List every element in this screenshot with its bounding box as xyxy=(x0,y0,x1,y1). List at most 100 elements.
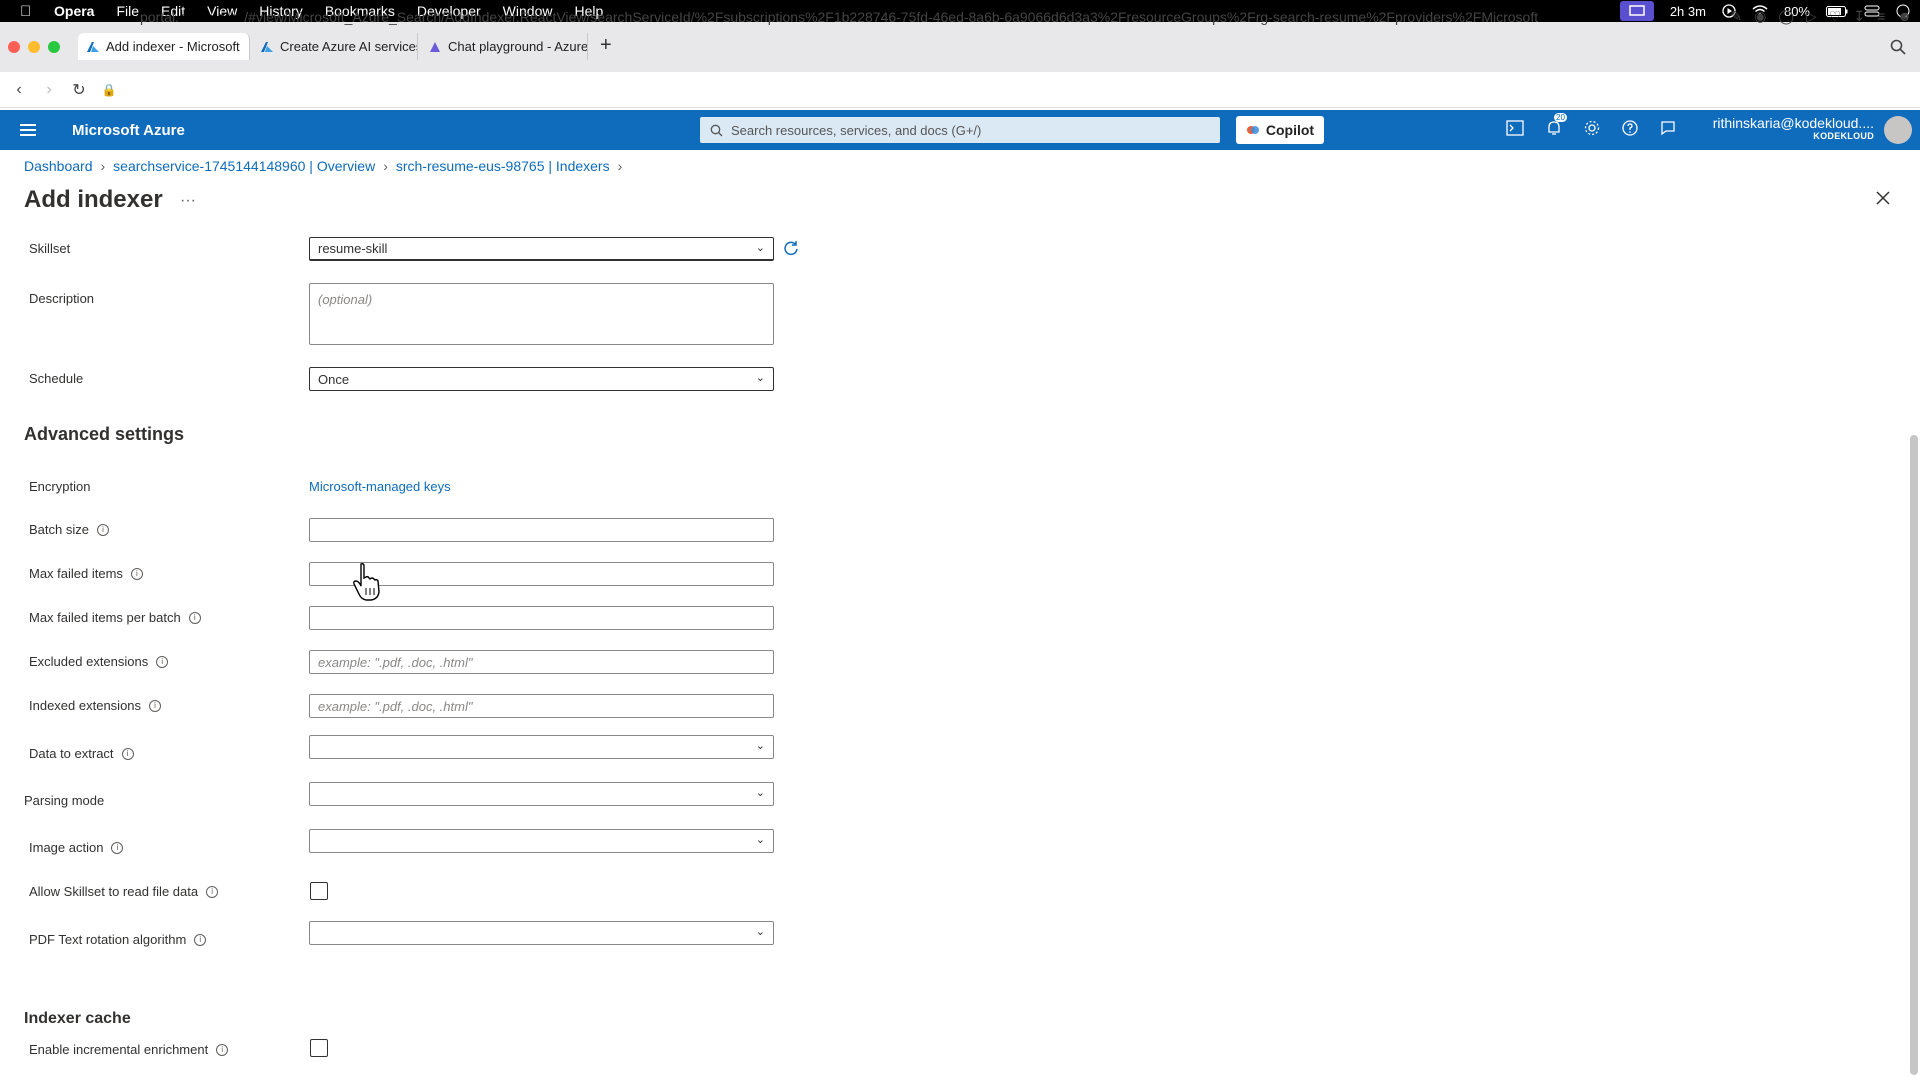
allow-skillset-label: Allow Skillset to read file data i xyxy=(29,884,219,899)
info-icon[interactable]: i xyxy=(194,933,207,946)
url-field[interactable]: portal.azure.com/#view/Microsoft_Azure_S… xyxy=(140,9,1640,25)
description-textarea[interactable]: (optional) xyxy=(309,283,774,345)
azure-header: Microsoft Azure Search resources, servic… xyxy=(0,110,1920,150)
batch-size-label: Batch size i xyxy=(29,522,109,537)
hamburger-menu-icon[interactable] xyxy=(20,121,36,139)
batch-size-input[interactable] xyxy=(309,518,774,542)
settings-gear-icon[interactable] xyxy=(1584,120,1600,141)
info-icon[interactable]: i xyxy=(156,655,169,668)
more-options-button[interactable]: ··· xyxy=(180,192,196,210)
back-button[interactable]: ‹ xyxy=(8,81,30,99)
chevron-right-icon: › xyxy=(100,158,106,174)
max-failed-items-label-text: Max failed items xyxy=(29,566,123,581)
chevron-right-icon: › xyxy=(617,158,623,174)
incremental-enrichment-checkbox[interactable] xyxy=(310,1039,328,1057)
advanced-settings-heading: Advanced settings xyxy=(24,424,185,444)
excluded-extensions-label: Excluded extensions i xyxy=(29,654,169,669)
profile-icon[interactable]: ☻ xyxy=(1897,8,1912,25)
indexed-extensions-label: Indexed extensions i xyxy=(29,698,162,713)
close-icon[interactable] xyxy=(1876,188,1890,211)
info-icon[interactable]: i xyxy=(130,567,143,580)
data-to-extract-label: Data to extract i xyxy=(29,746,134,761)
allow-skillset-label-text: Allow Skillset to read file data xyxy=(29,884,199,899)
help-icon[interactable] xyxy=(1622,120,1638,141)
info-icon[interactable]: i xyxy=(121,747,134,760)
reload-button[interactable]: ↻ xyxy=(68,80,90,100)
info-icon[interactable]: i xyxy=(96,523,109,536)
skillset-dropdown[interactable]: resume-skill ⌄ xyxy=(309,237,774,261)
azure-icon xyxy=(87,41,99,52)
zoom-window-button[interactable] xyxy=(48,41,60,53)
search-icon xyxy=(710,124,723,136)
hand-cursor-icon xyxy=(352,562,382,607)
apple-icon[interactable]:  xyxy=(20,3,38,20)
encryption-link[interactable]: Microsoft-managed keys xyxy=(309,479,451,494)
breadcrumb-search-service[interactable]: searchservice-1745144148960 | Overview xyxy=(113,158,375,174)
minimize-window-button[interactable] xyxy=(28,41,40,53)
excluded-extensions-input[interactable]: example: ".pdf, .doc, .html" xyxy=(309,650,774,674)
shield-icon[interactable]: ◯ xyxy=(1778,8,1794,25)
max-failed-per-batch-label-text: Max failed items per batch xyxy=(29,610,181,625)
tab-label: Create Azure AI services xyxy=(280,39,418,54)
notifications-icon[interactable]: 20 xyxy=(1546,113,1567,141)
info-icon[interactable]: i xyxy=(206,885,219,898)
azure-brand[interactable]: Microsoft Azure xyxy=(72,122,185,139)
menu-file[interactable]: File xyxy=(116,3,139,19)
chevron-down-icon: ⌄ xyxy=(755,242,765,254)
indexed-extensions-label-text: Indexed extensions xyxy=(29,698,142,713)
menu-app-name[interactable]: Opera xyxy=(54,3,94,19)
avatar[interactable] xyxy=(1884,116,1912,144)
heart-icon[interactable]: ♡ xyxy=(1829,8,1842,25)
parsing-mode-label: Parsing mode xyxy=(24,793,104,808)
pdf-rotation-label: PDF Text rotation algorithm i xyxy=(29,932,207,947)
account-menu[interactable]: rithinskaria@kodekloud.... KODEKLOUD xyxy=(1713,115,1874,141)
parsing-mode-dropdown[interactable]: ⌄ xyxy=(309,782,774,806)
page-scrollbar[interactable] xyxy=(1910,435,1918,1075)
refresh-icon[interactable] xyxy=(782,240,800,263)
schedule-dropdown[interactable]: Once ⌄ xyxy=(309,367,774,391)
image-action-dropdown[interactable]: ⌄ xyxy=(309,829,774,853)
incremental-enrichment-label: Enable incremental enrichment i xyxy=(29,1042,229,1057)
tab-create-azure-ai[interactable]: Create Azure AI services xyxy=(252,33,418,60)
chevron-down-icon: ⌄ xyxy=(755,372,765,384)
info-icon[interactable]: i xyxy=(216,1043,229,1056)
new-tab-button[interactable]: + xyxy=(600,34,612,57)
copilot-button[interactable]: Copilot xyxy=(1236,116,1324,144)
indexer-cache-heading: Indexer cache xyxy=(24,1010,131,1027)
breadcrumb: Dashboard › searchservice-1745144148960 … xyxy=(24,158,622,174)
allow-skillset-checkbox[interactable] xyxy=(310,882,328,900)
info-icon[interactable]: i xyxy=(188,611,201,624)
breadcrumb-dashboard[interactable]: Dashboard xyxy=(24,158,93,174)
tab-label: Add indexer - Microsoft xyxy=(106,39,240,54)
close-window-button[interactable] xyxy=(8,41,20,53)
tab-add-indexer[interactable]: Add indexer - Microsoft xyxy=(78,33,250,60)
tab-search-icon[interactable] xyxy=(1890,39,1906,60)
menu-icon[interactable]: ≡ xyxy=(1877,8,1885,25)
encryption-label-text: Encryption xyxy=(29,479,91,494)
chevron-down-icon: ⌄ xyxy=(755,740,765,752)
data-to-extract-dropdown[interactable]: ⌄ xyxy=(309,735,774,759)
indexed-extensions-input[interactable]: example: ".pdf, .doc, .html" xyxy=(309,694,774,718)
edit-icon[interactable]: ✎ xyxy=(1730,8,1742,25)
download-icon[interactable]: ↧ xyxy=(1853,8,1865,25)
info-icon[interactable]: i xyxy=(111,841,124,854)
camera-icon[interactable]: ◉ xyxy=(1754,8,1766,25)
max-failed-per-batch-input[interactable] xyxy=(309,606,774,630)
pdf-rotation-dropdown[interactable]: ⌄ xyxy=(309,921,774,945)
skillset-value: resume-skill xyxy=(318,241,388,256)
incremental-enrichment-label-text: Enable incremental enrichment xyxy=(29,1042,209,1057)
search-placeholder: Search resources, services, and docs (G+… xyxy=(731,122,982,138)
lock-icon[interactable]: 🔒 xyxy=(98,83,120,97)
chevron-down-icon: ⌄ xyxy=(755,926,765,938)
copilot-label: Copilot xyxy=(1265,122,1315,138)
azure-icon xyxy=(261,41,273,52)
tab-chat-playground[interactable]: Chat playground - Azure xyxy=(420,33,588,60)
cloud-shell-icon[interactable] xyxy=(1506,120,1524,141)
info-icon[interactable]: i xyxy=(149,699,162,712)
feedback-icon[interactable] xyxy=(1660,120,1676,141)
global-search-input[interactable]: Search resources, services, and docs (G+… xyxy=(700,117,1220,143)
excluded-extensions-label-text: Excluded extensions xyxy=(29,654,149,669)
forward-button[interactable]: › xyxy=(38,81,60,99)
breadcrumb-indexers[interactable]: srch-resume-eus-98765 | Indexers xyxy=(396,158,610,174)
send-icon[interactable]: ▷ xyxy=(1806,8,1817,25)
